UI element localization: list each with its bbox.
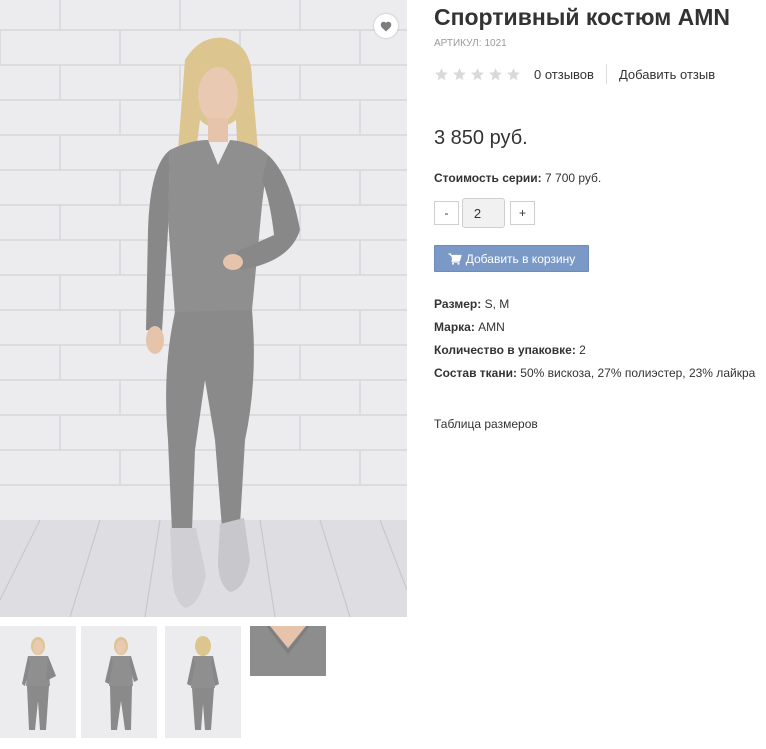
property-label: Количество в упаковке: (434, 343, 576, 357)
property-pack-quantity: Количество в упаковке: 2 (434, 343, 586, 357)
quantity-decrement-button[interactable]: - (434, 201, 459, 225)
sku-value: 1021 (484, 38, 507, 49)
thumbnail-3[interactable] (165, 626, 241, 738)
thumbnail-2[interactable] (81, 626, 157, 738)
shopping-cart-icon (448, 252, 462, 265)
quantity-increment-button[interactable]: + (510, 201, 535, 225)
product-price: 3 850 руб. (434, 127, 528, 149)
add-review-link[interactable]: Добавить отзыв (619, 67, 715, 82)
thumbnail-4[interactable] (250, 626, 326, 676)
property-fabric: Состав ткани: 50% вискоза, 27% полиэстер… (434, 366, 755, 380)
series-cost: Стоимость серии: 7 700 руб. (434, 171, 601, 185)
add-to-cart-label: Добавить в корзину (465, 251, 576, 266)
sku-label: АРТИКУЛ: (434, 38, 482, 49)
property-label: Размер: (434, 297, 482, 311)
property-label: Марка: (434, 320, 475, 334)
property-value: 50% вискоза, 27% полиэстер, 23% лайкра (520, 366, 756, 380)
quantity-input[interactable] (462, 198, 505, 228)
property-value: S, M (484, 297, 510, 311)
divider (605, 64, 607, 84)
property-size: Размер: S, M (434, 297, 509, 311)
product-main-image[interactable] (0, 0, 407, 617)
star-icon[interactable] (452, 67, 467, 82)
property-value: 2 (579, 343, 586, 357)
property-brand: Марка: AMN (434, 320, 505, 334)
size-table-link[interactable]: Таблица размеров (434, 417, 538, 431)
rating-stars[interactable] (434, 67, 524, 82)
add-to-cart-button[interactable]: Добавить в корзину (434, 245, 589, 272)
reviews-count-link[interactable]: 0 отзывов (534, 67, 594, 82)
property-label: Состав ткани: (434, 366, 517, 380)
star-icon[interactable] (488, 67, 503, 82)
product-title: Спортивный костюм AMN (434, 4, 731, 30)
series-cost-value: 7 700 руб. (545, 171, 602, 185)
star-icon[interactable] (506, 67, 521, 82)
star-icon[interactable] (470, 67, 485, 82)
product-sku: АРТИКУЛ: 1021 (434, 38, 507, 49)
property-value: AMN (478, 320, 505, 334)
star-icon[interactable] (434, 67, 449, 82)
series-cost-label: Стоимость серии: (434, 171, 542, 185)
favorite-button[interactable] (374, 14, 398, 38)
heart-icon (380, 21, 392, 31)
thumbnail-1[interactable] (0, 626, 76, 738)
rating-row: 0 отзывов Добавить отзыв (434, 64, 715, 84)
